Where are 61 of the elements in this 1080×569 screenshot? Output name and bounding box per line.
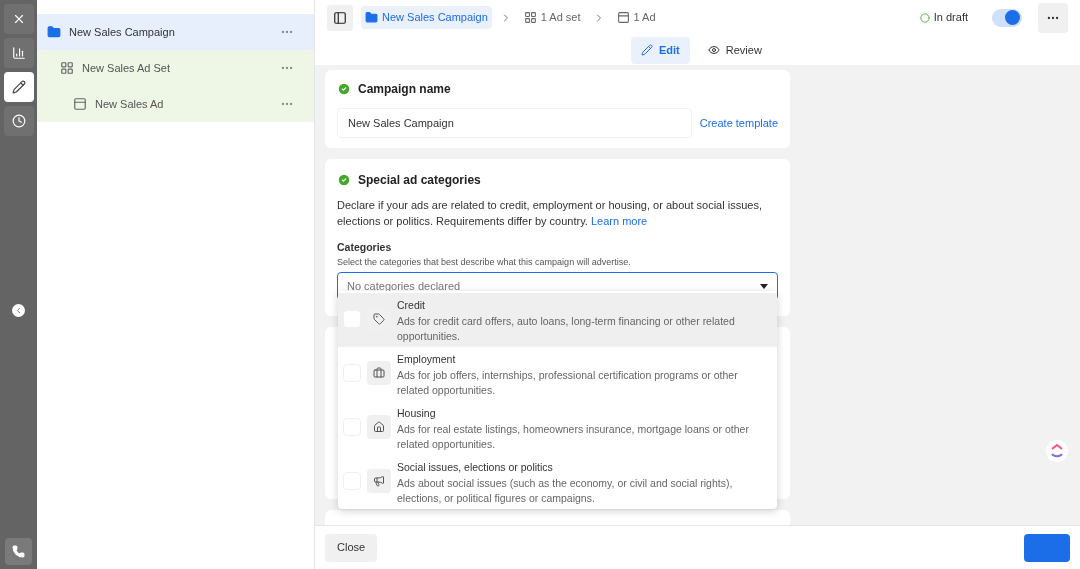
- tree-item[interactable]: New Sales Ad Set: [37, 50, 314, 86]
- card-title: Campaign name: [358, 81, 451, 98]
- breadcrumb-link[interactable]: New Sales Campaign: [361, 6, 492, 29]
- phone-icon: [12, 545, 25, 558]
- card-title: Special ad categories: [358, 172, 481, 189]
- grid-icon: [523, 11, 537, 24]
- option-description: Ads for credit card offers, auto loans, long-term financing or other related opportunities.: [397, 313, 736, 344]
- breadcrumb-link[interactable]: 1 Ad: [612, 6, 660, 29]
- panel-toggle-button[interactable]: [327, 4, 353, 31]
- phone-button[interactable]: [5, 538, 32, 565]
- ad-icon: [73, 97, 87, 111]
- tree-item-label: New Sales Campaign: [69, 24, 176, 40]
- tree-item-label: New Sales Ad Set: [82, 60, 172, 76]
- primary-button[interactable]: [1024, 533, 1070, 562]
- tag-icon: [373, 313, 385, 325]
- status-circle-icon: [919, 12, 930, 23]
- field-label: Categories: [337, 240, 393, 255]
- house-icon: [373, 421, 385, 433]
- tool-button[interactable]: [3, 72, 34, 102]
- category-option[interactable]: Employment Ads for job offers, internships, professional certification programs or other related opportunities.: [338, 347, 777, 401]
- ad-icon: [616, 11, 630, 24]
- option-title: Credit: [397, 298, 426, 313]
- briefcase-icon: [373, 367, 385, 379]
- pencil-icon: [11, 80, 26, 94]
- tab[interactable]: Edit: [631, 36, 690, 64]
- app-logo-icon: [1046, 440, 1068, 462]
- campaign-name-field[interactable]: New Sales Campaign: [337, 108, 692, 138]
- tree-item[interactable]: New Sales Ad: [37, 86, 314, 122]
- collapse-icon[interactable]: [12, 304, 25, 317]
- option-description: Ads for real estate listings, homeowners insurance, mortgage loans or other related opportunities.: [397, 421, 750, 452]
- clock-icon: [11, 114, 26, 128]
- pencil-icon: [641, 44, 653, 56]
- category-option[interactable]: Social issues, elections or politics Ads about social issues (such as the economy, or civil and social rights), elections, or political figures or campaigns.: [338, 455, 777, 509]
- category-option[interactable]: Credit Ads for credit card offers, auto loans, long-term financing or other related opportunities.: [338, 293, 777, 347]
- option-title: Housing: [397, 406, 437, 421]
- learn-more-link[interactable]: Learn more: [590, 215, 648, 227]
- folder-icon: [365, 11, 378, 24]
- option-title: Employment: [397, 352, 457, 367]
- bar-chart-icon: [11, 46, 26, 60]
- megaphone-icon: [373, 475, 385, 487]
- tab[interactable]: Review: [697, 36, 772, 64]
- tool-button[interactable]: [3, 38, 34, 68]
- caret-icon: [760, 283, 768, 289]
- grid-icon: [60, 61, 74, 75]
- create-template-link[interactable]: Create template: [699, 114, 778, 132]
- status-label: In draft: [919, 9, 968, 26]
- toggle-switch[interactable]: [992, 8, 1022, 27]
- tree-item-label: New Sales Ad: [95, 96, 165, 112]
- eye-icon: [707, 44, 720, 56]
- tool-button[interactable]: [3, 106, 34, 136]
- description-text: Declare if your ads are related to credit, employment or housing, or about social issues, elections or politics. Requirements differ by country. Learn more: [337, 198, 763, 229]
- tree-item[interactable]: New Sales Campaign: [37, 14, 314, 50]
- option-title: Social issues, elections or politics: [397, 460, 554, 475]
- close-button[interactable]: Close: [325, 533, 378, 562]
- field-hint: Select the categories that best describe what this campaign will advertise.: [337, 255, 632, 269]
- folder-icon: [47, 25, 61, 39]
- category-option[interactable]: Housing Ads for real estate listings, homeowners insurance, mortgage loans or other related opportunities.: [338, 401, 777, 455]
- option-description: Ads for job offers, internships, professional certification programs or other related opportunities.: [397, 367, 739, 398]
- sidebar-panel-icon: [333, 10, 347, 25]
- option-description: Ads about social issues (such as the economy, or civil and social rights), elections, or political figures or campaigns.: [397, 475, 734, 506]
- breadcrumb-link[interactable]: 1 Ad set: [519, 6, 585, 29]
